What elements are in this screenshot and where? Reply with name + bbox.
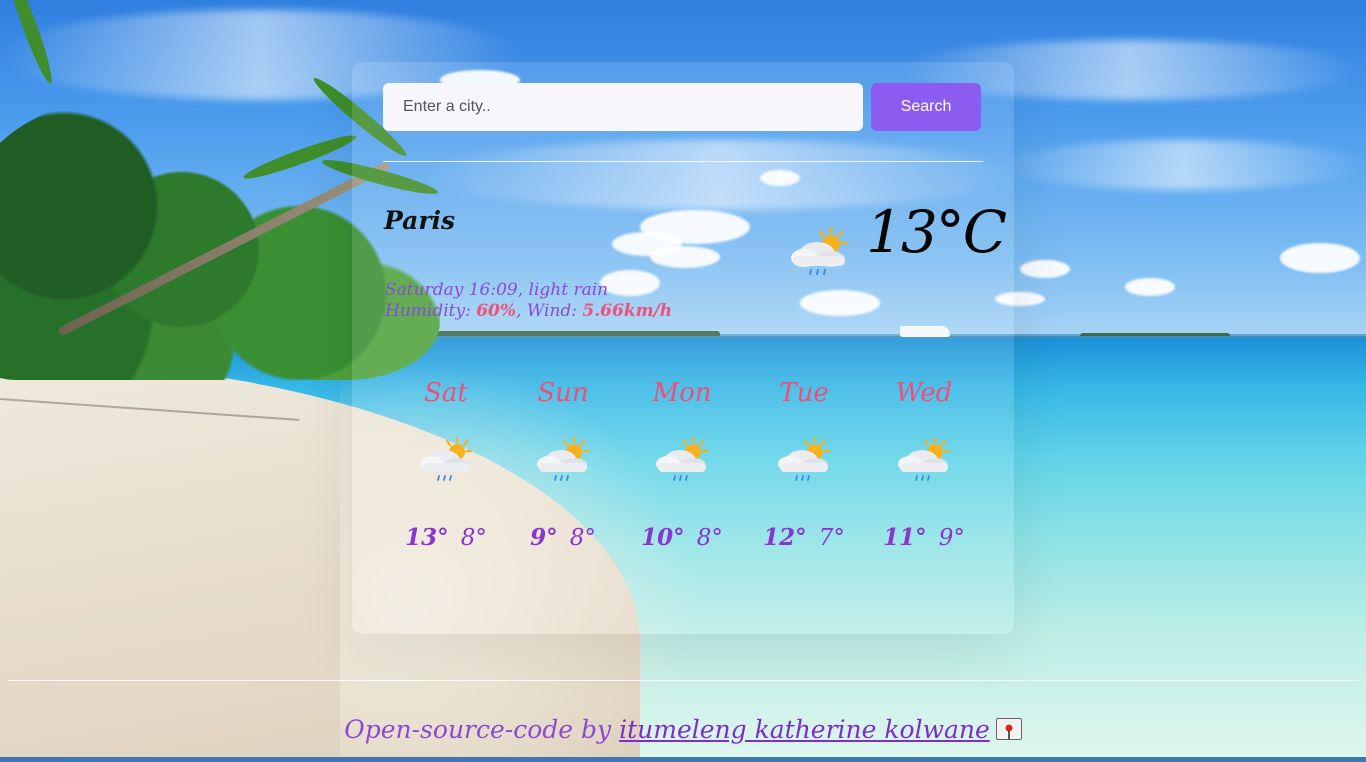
humidity-value: 60%: [476, 301, 517, 321]
cloud: [1280, 243, 1360, 273]
wind-value: 5.66km/h: [582, 301, 673, 321]
sun-cloud-rain-icon: [898, 436, 951, 481]
sun-cloud-rain-icon: [656, 436, 709, 481]
forecast-max-temp: 9°: [530, 524, 558, 551]
forecast-day-name: Sat: [424, 378, 468, 408]
humidity-wind-line: Humidity: 60%, Wind: 5.66km/h: [385, 301, 672, 322]
forecast-day: Tue 12° 7°: [744, 378, 864, 558]
forecast-temps: 11° 9°: [864, 524, 984, 551]
cloud: [1020, 260, 1070, 278]
forecast-min-temp: 8°: [569, 525, 596, 551]
forecast-max-temp: 12°: [763, 524, 807, 551]
forecast-min-temp: 9°: [938, 525, 965, 551]
forecast-temps: 12° 7°: [744, 524, 864, 551]
forecast-day-name: Mon: [652, 378, 712, 408]
forecast-day: Sat 13° 8°: [386, 378, 506, 558]
forecast-min-temp: 7°: [818, 525, 845, 551]
date-description: Saturday 16:09, light rain: [385, 280, 609, 300]
pin-icon: [995, 717, 1022, 740]
forecast-max-temp: 10°: [641, 524, 685, 551]
city-name: Paris: [384, 206, 456, 235]
sun-cloud-rain-icon: [778, 436, 831, 481]
footer: Open-source-code by itumeleng katherine …: [0, 715, 1366, 744]
footer-prefix: Open-source-code by: [344, 715, 620, 744]
divider: [8, 680, 1358, 681]
forecast-day: Sun 9° 8°: [503, 378, 623, 558]
forecast-temps: 10° 8°: [622, 524, 742, 551]
forecast-max-temp: 11°: [883, 524, 927, 551]
forecast-min-temp: 8°: [460, 525, 487, 551]
forecast-day-name: Wed: [895, 378, 953, 408]
divider: [383, 161, 983, 162]
forecast-day: Wed 11° 9°: [864, 378, 984, 558]
wind-label: , Wind:: [516, 301, 583, 321]
bottom-bar: [0, 757, 1366, 762]
city-search-input[interactable]: [383, 83, 863, 131]
forecast-day-name: Sun: [537, 378, 589, 408]
cloud-streak: [1000, 140, 1366, 190]
weather-summary: Saturday 16:09, light rain Humidity: 60%…: [385, 280, 672, 322]
current-temperature: 13°C: [866, 198, 1007, 266]
forecast-max-temp: 13°: [405, 524, 449, 551]
island: [1080, 333, 1230, 336]
cloud: [1125, 278, 1175, 296]
forecast-day-name: Tue: [779, 378, 829, 408]
search-button[interactable]: Search: [871, 83, 981, 131]
sun-cloud-rain-icon: [791, 226, 849, 275]
author-link[interactable]: itumeleng katherine kolwane: [619, 715, 990, 744]
forecast-min-temp: 8°: [696, 525, 723, 551]
forecast-temps: 9° 8°: [503, 524, 623, 551]
sun-cloud-rain-icon: [537, 436, 590, 481]
humidity-label: Humidity:: [385, 301, 477, 321]
forecast-temps: 13° 8°: [386, 524, 506, 551]
sun-cloud-rain-icon: [420, 436, 473, 481]
forecast-day: Mon 10° 8°: [622, 378, 742, 558]
